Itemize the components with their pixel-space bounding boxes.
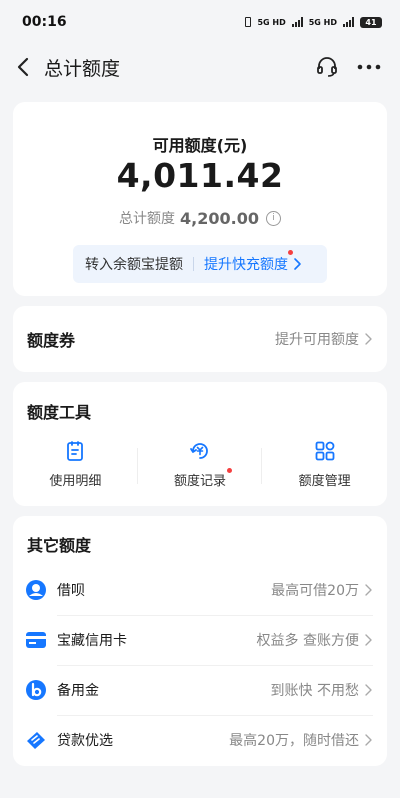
list-item-desc: 最高可借20万	[271, 583, 359, 599]
chevron-right-icon	[294, 258, 301, 270]
divider	[193, 257, 194, 271]
battery-icon: 41	[360, 16, 382, 28]
tool-label: 额度管理	[298, 474, 351, 489]
credit-tools-card: 额度工具 使用明细 额度记录 额度管理	[13, 382, 387, 506]
notification-dot	[288, 250, 293, 255]
list-item-name: 宝藏信用卡	[57, 633, 127, 649]
tool-label: 使用明细	[49, 474, 102, 489]
jiebei-icon	[25, 579, 47, 601]
total-credit-amount: 4,200.00	[180, 208, 259, 228]
page-title: 总计额度	[44, 57, 121, 80]
list-item-credit-card[interactable]: 宝藏信用卡 权益多 查账方便	[13, 615, 387, 665]
customer-service-button[interactable]	[312, 52, 342, 82]
voucher-row[interactable]: 额度券 提升可用额度	[13, 306, 387, 372]
list-item-desc: 权益多 查账方便	[256, 633, 359, 649]
signal-icon	[343, 17, 354, 27]
info-icon[interactable]: i	[265, 210, 281, 226]
chevron-right-icon	[365, 333, 372, 345]
notification-dot	[227, 468, 233, 473]
transfer-yuebao-button[interactable]: 转入余额宝提额	[85, 254, 183, 274]
list-item-name: 备用金	[57, 683, 99, 699]
voucher-action-label: 提升可用额度	[275, 332, 359, 348]
list-item-desc: 到账快 不用愁	[270, 683, 359, 699]
tool-label: 额度记录	[174, 468, 233, 489]
chevron-right-icon	[365, 634, 372, 646]
list-item-jiebei[interactable]: 借呗 最高可借20万	[13, 565, 387, 615]
back-button[interactable]	[12, 56, 34, 78]
network-label-2: 5G HD	[308, 17, 337, 27]
more-dots-icon	[357, 64, 381, 70]
credit-card-icon	[25, 629, 47, 651]
credit-manage-tool[interactable]: 额度管理	[262, 440, 387, 489]
credit-record-tool[interactable]: 额度记录	[138, 440, 263, 489]
network-label-1: 5G HD	[257, 17, 286, 27]
nav-bar: 总计额度	[0, 44, 400, 90]
chevron-right-icon	[365, 584, 372, 596]
voucher-title: 额度券	[27, 331, 76, 350]
chevron-right-icon	[365, 734, 372, 746]
list-doc-icon	[67, 441, 84, 461]
status-time: 00:16	[22, 14, 67, 30]
available-credit-amount: 4,011.42	[116, 156, 284, 195]
list-item-loan[interactable]: 贷款优选 最高20万，随时借还	[13, 715, 387, 765]
loan-ticket-icon	[25, 729, 47, 751]
boost-credit-label: 提升快充额度	[204, 257, 288, 273]
other-credit-card: 其它额度 借呗 最高可借20万 宝藏信用卡 权益多 查账方便 备用金 到账快 不…	[13, 516, 387, 766]
total-credit-label: 总计额度	[119, 211, 176, 227]
credit-action-bar: 转入余额宝提额 提升快充额度	[73, 245, 327, 283]
boost-credit-button[interactable]: 提升快充额度	[204, 250, 302, 274]
usage-details-tool[interactable]: 使用明细	[13, 440, 138, 489]
list-item-beiyongjin[interactable]: 备用金 到账快 不用愁	[13, 665, 387, 715]
yuan-record-icon	[190, 443, 208, 459]
headset-icon	[317, 57, 337, 77]
beiyongjin-icon	[25, 679, 47, 701]
list-item-name: 借呗	[57, 583, 85, 599]
vibrate-icon	[245, 17, 252, 27]
list-item-desc: 最高20万，随时借还	[229, 733, 359, 749]
total-credit-row: 总计额度 4,200.00 i	[13, 208, 387, 228]
more-button[interactable]	[354, 52, 384, 82]
available-credit-label: 可用额度(元)	[152, 136, 248, 155]
status-bar: 00:16 5G HD 5G HD 41	[0, 0, 400, 44]
chevron-right-icon	[365, 684, 372, 696]
grid-manage-icon	[315, 441, 335, 461]
other-credit-title: 其它额度	[27, 536, 92, 555]
list-item-name: 贷款优选	[57, 733, 113, 749]
chevron-left-icon	[17, 57, 29, 77]
voucher-action[interactable]: 提升可用额度	[275, 329, 373, 349]
signal-icon	[291, 17, 303, 27]
credit-summary-card: 可用额度(元) 4,011.42 总计额度 4,200.00 i 转入余额宝提额…	[13, 102, 387, 296]
tools-title: 额度工具	[27, 403, 92, 422]
